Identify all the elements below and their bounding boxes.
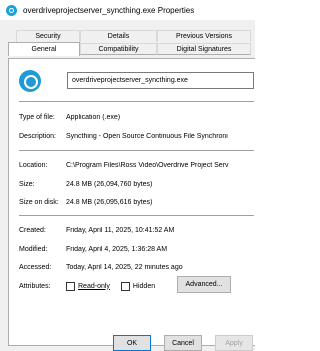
title-bar: overdriveprojectserver_syncthing.exe Pro…	[0, 0, 255, 20]
separator	[19, 215, 254, 216]
size-value: 24.8 MB (26,094,760 bytes)	[66, 180, 153, 188]
general-panel: overdriveprojectserver_syncthing.exe Typ…	[8, 58, 255, 346]
dialog-body: Security Details Previous Versions Gener…	[0, 20, 255, 351]
description-row: Description: Syncthing - Open Source Con…	[19, 130, 256, 142]
tab-previous-versions[interactable]: Previous Versions	[157, 30, 251, 42]
syncthing-file-icon	[19, 70, 41, 92]
attributes-label: Attributes:	[19, 282, 51, 290]
advanced-button[interactable]: Advanced...	[177, 276, 231, 293]
created-value: Friday, April 11, 2025, 10:41:52 AM	[66, 226, 175, 234]
separator	[19, 150, 254, 151]
window-title: overdriveprojectserver_syncthing.exe Pro…	[23, 5, 195, 15]
ok-button[interactable]: OK	[113, 335, 151, 351]
readonly-checkbox[interactable]	[66, 281, 75, 291]
cancel-button[interactable]: Cancel	[164, 335, 202, 351]
accessed-row: Accessed: Today, April 14, 2025, 22 minu…	[19, 261, 256, 273]
apply-button[interactable]: Apply	[215, 335, 253, 351]
tab-strip: Security Details Previous Versions Gener…	[4, 30, 255, 58]
description-label: Description:	[19, 132, 56, 140]
readonly-label[interactable]: Read-only	[78, 283, 110, 290]
tab-digital-signatures[interactable]: Digital Signatures	[157, 43, 251, 55]
modified-value: Friday, April 4, 2025, 1:36:28 AM	[66, 245, 168, 253]
tab-security[interactable]: Security	[16, 30, 80, 42]
file-name-field[interactable]: overdriveprojectserver_syncthing.exe	[67, 72, 254, 89]
size-on-disk-value: 24.8 MB (26,095,616 bytes)	[66, 198, 153, 206]
modified-row: Modified: Friday, April 4, 2025, 1:36:28…	[19, 243, 256, 255]
size-on-disk-row: Size on disk: 24.8 MB (26,095,616 bytes)	[19, 196, 256, 208]
hidden-label[interactable]: Hidden	[133, 283, 155, 290]
size-on-disk-label: Size on disk:	[19, 198, 59, 206]
description-value: Syncthing - Open Source Continuous File …	[66, 132, 228, 140]
tab-details[interactable]: Details	[80, 30, 157, 42]
hidden-checkbox[interactable]	[120, 281, 130, 291]
separator	[19, 101, 254, 102]
type-label: Type of file:	[19, 113, 55, 121]
syncthing-app-icon	[6, 4, 17, 16]
accessed-label: Accessed:	[19, 263, 52, 271]
accessed-value: Today, April 14, 2025, 22 minutes ago	[66, 263, 183, 271]
location-value: C:\Program Files\Ross Video\Overdrive Pr…	[66, 161, 229, 169]
tab-general[interactable]: General	[8, 42, 80, 56]
tab-compatibility[interactable]: Compatibility	[80, 43, 157, 55]
type-value: Application (.exe)	[66, 113, 121, 121]
created-row: Created: Friday, April 11, 2025, 10:41:5…	[19, 224, 256, 236]
location-label: Location:	[19, 161, 48, 169]
type-row: Type of file: Application (.exe)	[19, 111, 256, 123]
size-row: Size: 24.8 MB (26,094,760 bytes)	[19, 178, 256, 190]
created-label: Created:	[19, 226, 46, 234]
size-label: Size:	[19, 180, 35, 188]
location-row: Location: C:\Program Files\Ross Video\Ov…	[19, 159, 256, 171]
modified-label: Modified:	[19, 245, 48, 253]
